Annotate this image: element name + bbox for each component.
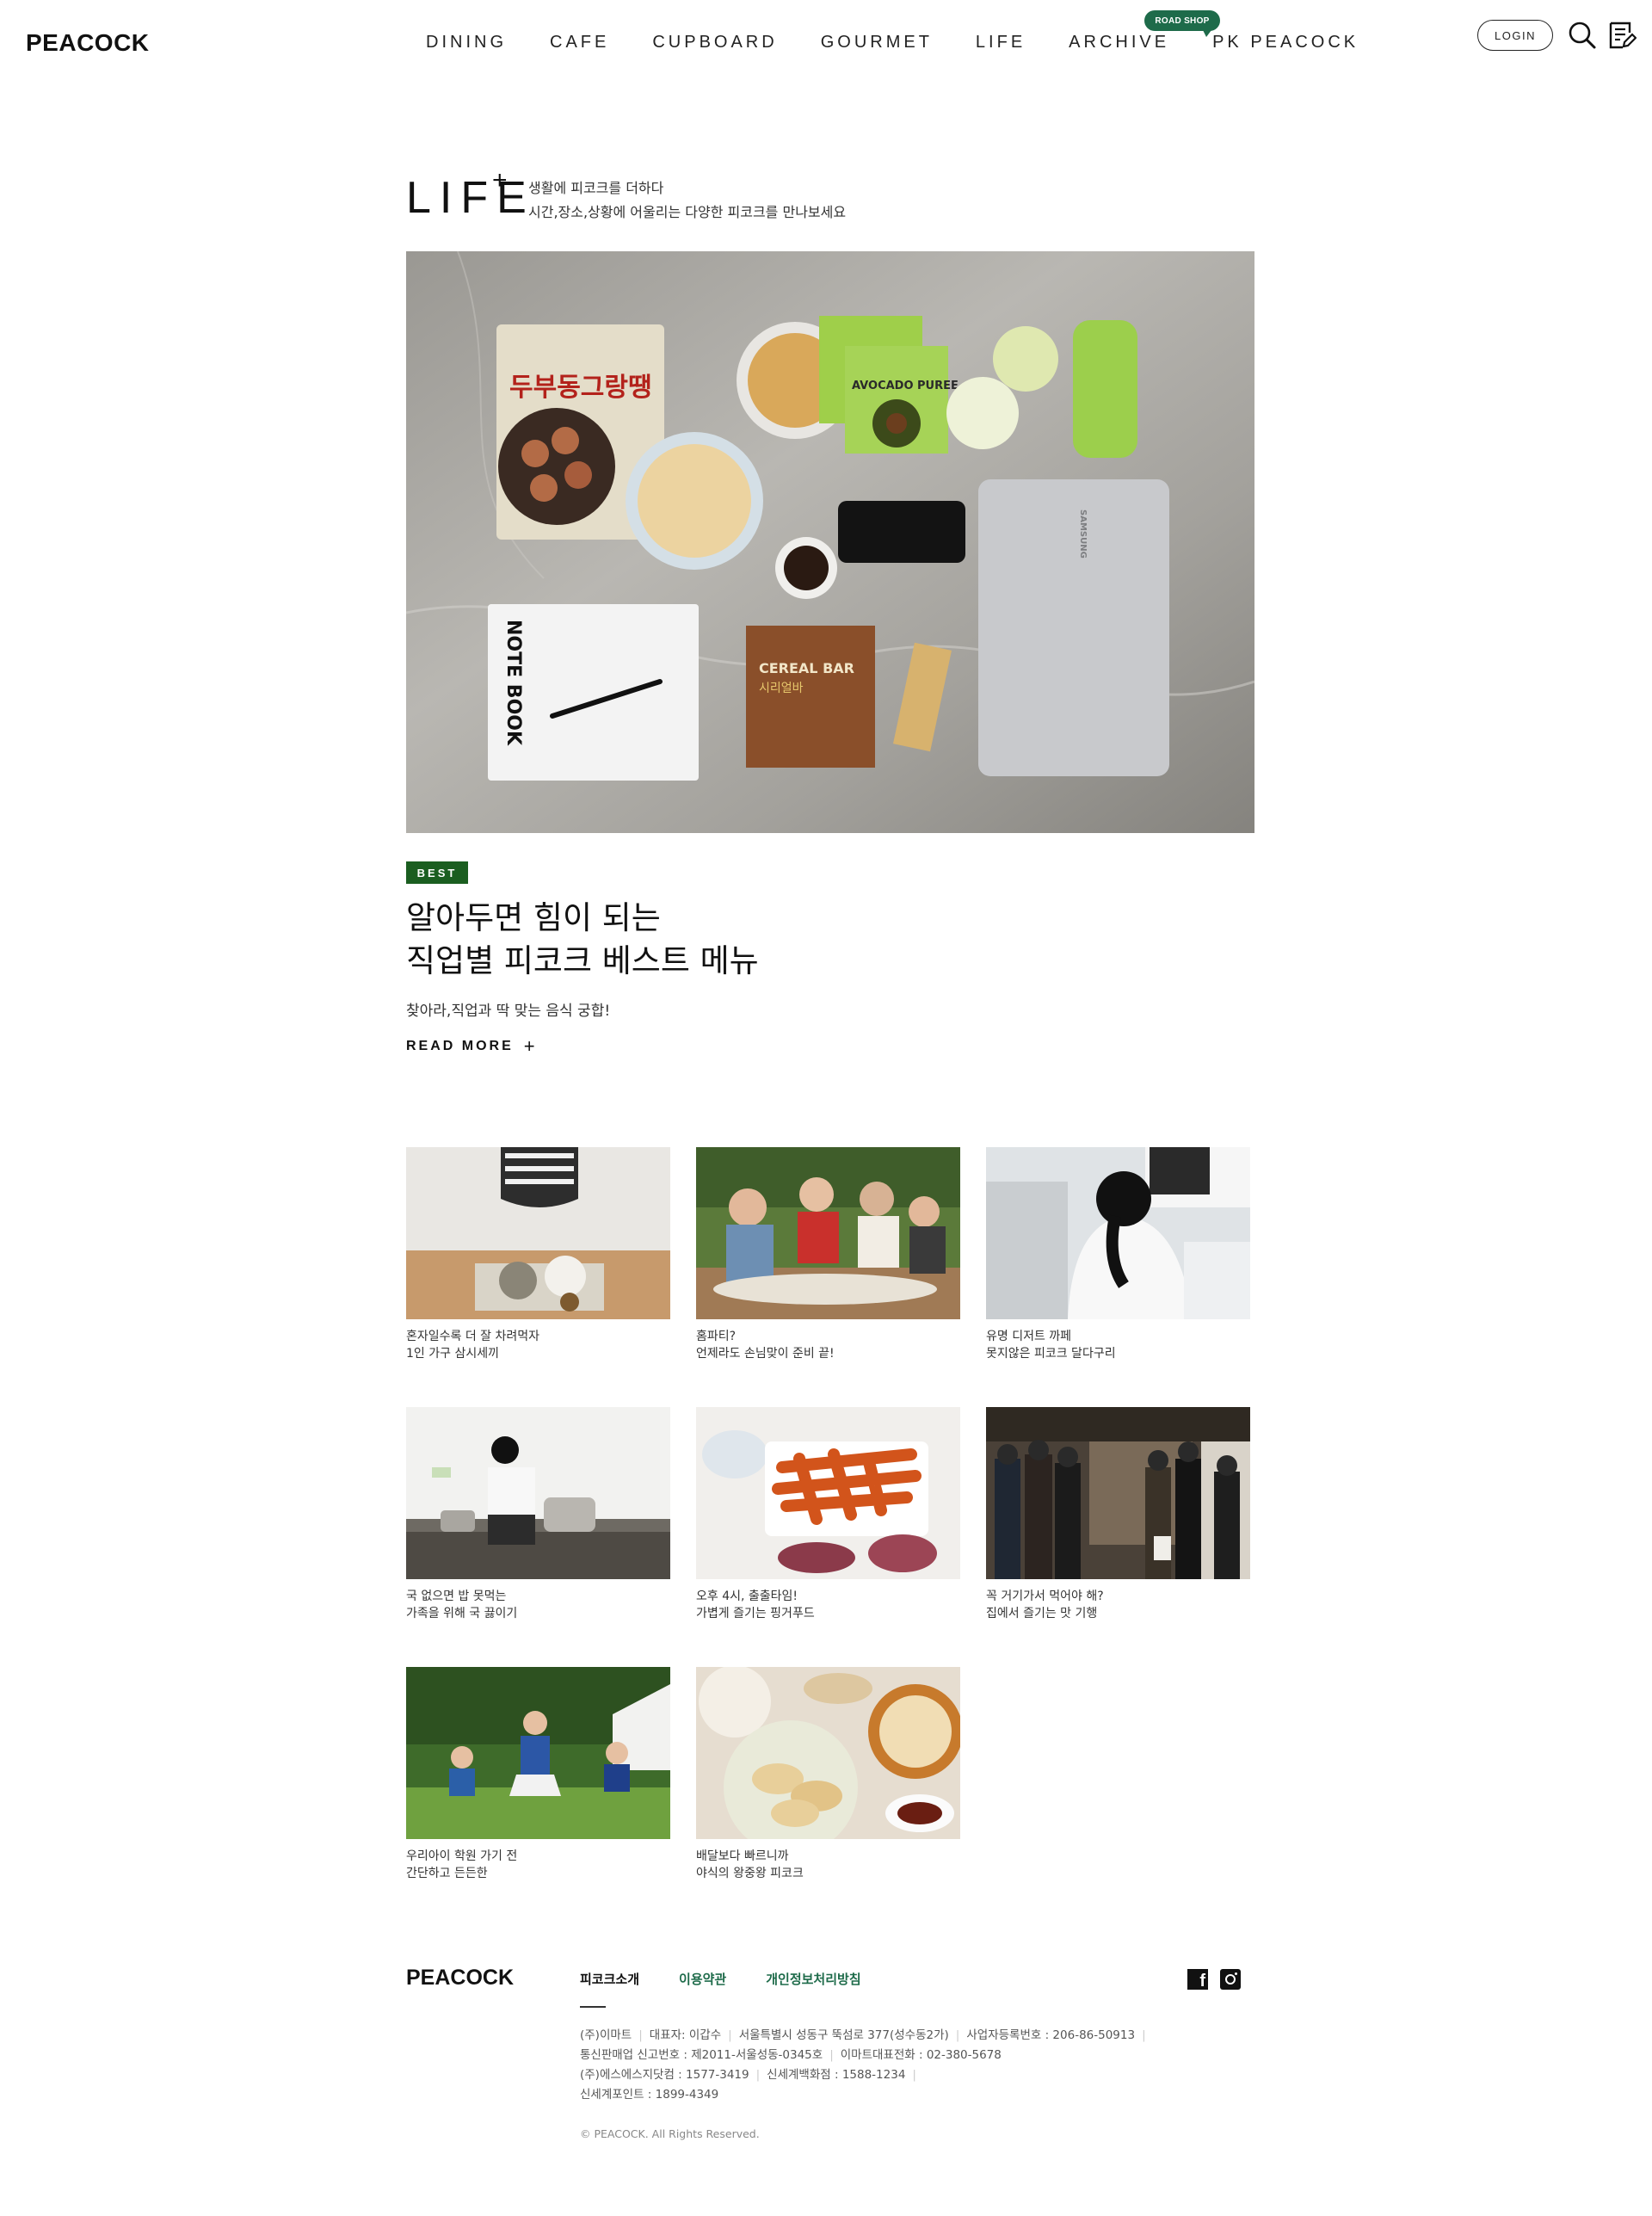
card-caption-line1: 혼자일수록 더 잘 차려먹자: [406, 1330, 540, 1343]
card-caption: 국 없으면 밥 못먹는 가족을 위해 국 끓이기: [406, 1588, 670, 1622]
section-description: 생활에 피코크를 더하다 시간,장소,상황에 어울리는 다양한 피코크를 만나보…: [528, 176, 846, 225]
instagram-icon[interactable]: [1220, 1969, 1241, 1990]
search-icon[interactable]: [1568, 21, 1597, 50]
card-caption-line1: 오후 4시, 출출타임!: [696, 1589, 798, 1603]
notepad-icon[interactable]: [1607, 21, 1637, 50]
login-button[interactable]: LOGIN: [1477, 20, 1553, 51]
nav-pk-peacock[interactable]: PK PEACOCK: [1212, 33, 1359, 52]
footer-info-line3: (주)에스에스지닷컴 : 1577-3419 | 신세계백화점 : 1588-123…: [580, 2068, 916, 2082]
site-header: PEACOCK DINING CAFE CUPBOARD GOURMET LIF…: [0, 0, 1652, 86]
nav-archive[interactable]: ARCHIVE: [1069, 33, 1169, 52]
article-card[interactable]: 꼭 거기가서 먹어야 해? 집에서 즐기는 맛 기행: [986, 1407, 1250, 1622]
footer-info-item: 대표자: 이갑수: [649, 2028, 722, 2042]
card-thumbnail: [406, 1407, 670, 1579]
hero-pack-text: 두부동그랑땡: [509, 373, 652, 403]
card-thumbnail: [696, 1147, 960, 1319]
hero-cereal-text: CEREAL BAR: [759, 660, 854, 676]
card-caption-line2: 집에서 즐기는 맛 기행: [986, 1607, 1098, 1620]
main-nav: DINING CAFE CUPBOARD GOURMET LIFE ARCHIV…: [426, 33, 1359, 52]
card-caption-line1: 국 없으면 밥 못먹는: [406, 1589, 507, 1603]
card-thumbnail: [986, 1407, 1250, 1579]
footer-copyright: © PEACOCK. All Rights Reserved.: [580, 2127, 760, 2140]
footer-info-item: (주)에스에스지닷컴 : 1577-3419: [580, 2068, 749, 2082]
footer-divider: [580, 2006, 606, 2008]
card-caption-line1: 유명 디저트 까페: [986, 1330, 1072, 1343]
roadshop-badge: ROAD SHOP: [1144, 10, 1220, 37]
read-more-link[interactable]: READ MORE +: [406, 1035, 535, 1057]
hero-laptop-text: SAMSUNG: [1078, 509, 1088, 559]
footer-logo[interactable]: PEACOCK: [406, 1966, 514, 1991]
footer-company-info: (주)이마트 | 대표자: 이갑수 | 서울특별시 성동구 뚝섬로 377(성수동2가)…: [580, 2026, 1153, 2105]
card-thumbnail: [406, 1147, 670, 1319]
card-caption-line1: 배달보다 빠르니까: [696, 1849, 789, 1863]
article-card[interactable]: 국 없으면 밥 못먹는 가족을 위해 국 끓이기: [406, 1407, 670, 1622]
article-card[interactable]: 혼자일수록 더 잘 차려먹자 1인 가구 삼시세끼: [406, 1147, 670, 1362]
section-desc-line2: 시간,장소,상황에 어울리는 다양한 피코크를 만나보세요: [528, 204, 847, 220]
nav-gourmet[interactable]: GOURMET: [821, 33, 933, 52]
footer-info-item: 서울특별시 성동구 뚝섬로 377(성수동2가): [738, 2028, 949, 2042]
card-caption: 꼭 거기가서 먹어야 해? 집에서 즐기는 맛 기행: [986, 1588, 1250, 1622]
section-title: LIFE: [406, 173, 535, 223]
footer-info-item: 이마트대표전화 : 02-380-5678: [840, 2048, 1002, 2062]
hero-illustration: 두부동그랑땡 AVOCADO PUREE SAMSUNG NOTE BOOK C…: [406, 251, 1254, 833]
footer-info-item: 사업자등록번호 : 206-86-50913: [966, 2028, 1136, 2042]
hero-cereal-kr-text: 시리얼바: [759, 682, 804, 695]
site-logo[interactable]: PEACOCK: [26, 29, 150, 57]
section-desc-line1: 생활에 피코크를 더하다: [528, 180, 664, 196]
footer-info-line1: (주)이마트 | 대표자: 이갑수 | 서울특별시 성동구 뚝섬로 377(성수동2가)…: [580, 2028, 1146, 2042]
footer-info-line2: 통신판매업 신고번호 : 제2011-서울성동-0345호 | 이마트대표전화 : …: [580, 2048, 1002, 2062]
section-title-plus: +: [492, 166, 508, 194]
card-caption-line1: 꼭 거기가서 먹어야 해?: [986, 1589, 1104, 1603]
card-caption-line1: 우리아이 학원 가기 전: [406, 1849, 518, 1863]
article-card[interactable]: 오후 4시, 출출타임! 가볍게 즐기는 핑거푸드: [696, 1407, 960, 1622]
hero-title[interactable]: 알아두면 힘이 되는 직업별 피코크 베스트 메뉴: [406, 897, 759, 983]
card-caption: 배달보다 빠르니까 야식의 왕중왕 피코크: [696, 1848, 960, 1882]
card-thumbnail: [696, 1407, 960, 1579]
hero-title-line1: 알아두면 힘이 되는: [406, 899, 661, 936]
article-card[interactable]: 배달보다 빠르니까 야식의 왕중왕 피코크: [696, 1667, 960, 1882]
footer-link-privacy[interactable]: 개인정보처리방침: [766, 1970, 860, 1988]
article-card[interactable]: 유명 디저트 까페 못지않은 피코크 달다구리: [986, 1147, 1250, 1362]
hero-image[interactable]: 두부동그랑땡 AVOCADO PUREE SAMSUNG NOTE BOOK C…: [406, 251, 1254, 833]
card-caption: 오후 4시, 출출타임! 가볍게 즐기는 핑거푸드: [696, 1588, 960, 1622]
footer-info-item: (주)이마트: [580, 2028, 632, 2042]
plus-icon: +: [523, 1035, 535, 1057]
card-thumbnail: [696, 1667, 960, 1839]
footer-info-line4: 신세계포인트 : 1899-4349: [580, 2088, 719, 2102]
hero-notebook-text: NOTE BOOK: [502, 620, 524, 746]
card-caption-line1: 홈파티?: [696, 1330, 737, 1343]
card-caption: 유명 디저트 까페 못지않은 피코크 달다구리: [986, 1328, 1250, 1362]
card-thumbnail: [406, 1667, 670, 1839]
footer-info-item: 신세계백화점 : 1588-1234: [767, 2068, 906, 2082]
hero-title-line2: 직업별 피코크 베스트 메뉴: [406, 942, 759, 979]
footer-link-about[interactable]: 피코크소개: [580, 1970, 639, 1988]
card-caption-line2: 간단하고 든든한: [406, 1867, 488, 1880]
nav-life[interactable]: LIFE: [976, 33, 1026, 52]
card-thumbnail: [986, 1147, 1250, 1319]
best-badge: BEST: [406, 861, 468, 884]
card-caption-line2: 야식의 왕중왕 피코크: [696, 1867, 804, 1880]
facebook-icon[interactable]: f: [1187, 1969, 1208, 1990]
card-caption-line2: 1인 가구 삼시세끼: [406, 1347, 499, 1361]
footer-link-terms[interactable]: 이용약관: [679, 1970, 726, 1988]
hero-avocado-text: AVOCADO PUREE: [852, 380, 959, 392]
nav-cupboard[interactable]: CUPBOARD: [652, 33, 777, 52]
nav-dining[interactable]: DINING: [426, 33, 507, 52]
footer-info-item: 통신판매업 신고번호 : 제2011-서울성동-0345호: [580, 2048, 823, 2062]
card-caption-line2: 가볍게 즐기는 핑거푸드: [696, 1607, 815, 1620]
card-caption: 홈파티? 언제라도 손님맞이 준비 끝!: [696, 1328, 960, 1362]
article-card[interactable]: 우리아이 학원 가기 전 간단하고 든든한: [406, 1667, 670, 1882]
card-caption-line2: 언제라도 손님맞이 준비 끝!: [696, 1347, 835, 1361]
nav-cafe[interactable]: CAFE: [550, 33, 609, 52]
read-more-label: READ MORE: [406, 1039, 514, 1053]
card-caption: 우리아이 학원 가기 전 간단하고 든든한: [406, 1848, 670, 1882]
footer-links: 피코크소개 이용약관 개인정보처리방침: [580, 1970, 901, 1988]
card-caption-line2: 가족을 위해 국 끓이기: [406, 1607, 518, 1620]
article-card[interactable]: 홈파티? 언제라도 손님맞이 준비 끝!: [696, 1147, 960, 1362]
card-caption: 혼자일수록 더 잘 차려먹자 1인 가구 삼시세끼: [406, 1328, 670, 1362]
card-caption-line2: 못지않은 피코크 달다구리: [986, 1347, 1116, 1361]
hero-subtitle: 찾아라,직업과 딱 맞는 음식 궁합!: [406, 1003, 611, 1020]
